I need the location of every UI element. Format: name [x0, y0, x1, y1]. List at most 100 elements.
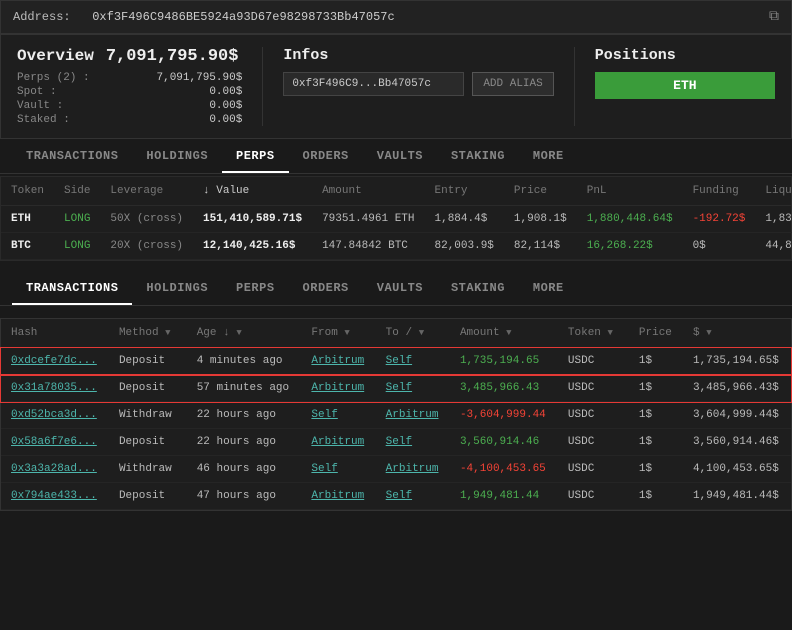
perps-token-eth: ETH	[1, 206, 54, 233]
perps-leverage-btc: 20X (cross)	[100, 233, 193, 260]
tx-to-5: Arbitrum	[376, 456, 450, 483]
th-funding: Funding	[683, 177, 756, 206]
transactions-table: Hash Method ▼ Age ↓ ▼ From ▼ To / ▼ Amou…	[1, 319, 791, 510]
tx-age-2: 57 minutes ago	[187, 375, 302, 402]
tx-row-1: 0xdcefe7dc... Deposit 4 minutes ago Arbi…	[1, 348, 791, 375]
th-tx-token: Token ▼	[558, 319, 629, 348]
tx-from-4: Arbitrum	[301, 429, 375, 456]
tx-usd-2: 3,485,966.43$	[683, 375, 791, 402]
tab-more-2[interactable]: MORE	[519, 273, 578, 305]
tx-hash-3: 0xd52bca3d...	[1, 402, 109, 429]
tab-vaults-1[interactable]: VAULTS	[363, 141, 437, 173]
th-age: Age ↓ ▼	[187, 319, 302, 348]
overview-row-perps: Perps (2) : 7,091,795.90$	[17, 72, 242, 84]
address-label: Address: 0xf3F496C9486BE5924a93D67e98298…	[13, 10, 395, 24]
tx-price-6: 1$	[629, 483, 683, 510]
tab-transactions-1[interactable]: TRANSACTIONS	[12, 141, 132, 173]
usd-filter-icon[interactable]: ▼	[706, 328, 716, 338]
positions-block: Positions ETH	[595, 47, 775, 99]
tx-from-3: Self	[301, 402, 375, 429]
tab-transactions-2[interactable]: TRANSACTIONS	[12, 273, 132, 305]
eth-position-button[interactable]: ETH	[595, 72, 775, 99]
perps-entry-btc: 82,003.9$	[425, 233, 504, 260]
perps-side-btc: LONG	[54, 233, 100, 260]
tx-token-4: USDC	[558, 429, 629, 456]
tx-amount-5: -4,100,453.65	[450, 456, 558, 483]
tx-amount-2: 3,485,966.43	[450, 375, 558, 402]
tx-row-6: 0x794ae433... Deposit 47 hours ago Arbit…	[1, 483, 791, 510]
th-from: From ▼	[301, 319, 375, 348]
perps-value-btc: 12,140,425.16$	[193, 233, 312, 260]
tab-perps-1[interactable]: PERPS	[222, 141, 289, 173]
th-tx-price: Price	[629, 319, 683, 348]
tx-hash-1: 0xdcefe7dc...	[1, 348, 109, 375]
address-bar: Address: 0xf3F496C9486BE5924a93D67e98298…	[0, 0, 792, 34]
th-hash: Hash	[1, 319, 109, 348]
transactions-header-row: Hash Method ▼ Age ↓ ▼ From ▼ To / ▼ Amou…	[1, 319, 791, 348]
method-filter-icon[interactable]: ▼	[165, 328, 175, 338]
tx-usd-6: 1,949,481.44$	[683, 483, 791, 510]
tx-hash-2: 0x31a78035...	[1, 375, 109, 402]
tx-method-2: Deposit	[109, 375, 187, 402]
tx-row-4: 0x58a6f7e6... Deposit 22 hours ago Arbit…	[1, 429, 791, 456]
tab-holdings-1[interactable]: HOLDINGS	[132, 141, 222, 173]
perps-value-eth: 151,410,589.71$	[193, 206, 312, 233]
th-entry: Entry	[425, 177, 504, 206]
tx-row-5: 0x3a3a28ad... Withdraw 46 hours ago Self…	[1, 456, 791, 483]
tx-price-1: 1$	[629, 348, 683, 375]
overview-title: Overview	[17, 47, 94, 65]
tab-vaults-2[interactable]: VAULTS	[363, 273, 437, 305]
tab-staking-1[interactable]: STAKING	[437, 141, 519, 173]
overview-section: Overview 7,091,795.90$ Perps (2) : 7,091…	[0, 34, 792, 139]
tx-amount-6: 1,949,481.44	[450, 483, 558, 510]
perps-funding-btc: 0$	[683, 233, 756, 260]
overview-block: Overview 7,091,795.90$ Perps (2) : 7,091…	[17, 47, 242, 126]
token-filter-icon[interactable]: ▼	[608, 328, 618, 338]
tx-hash-5: 0x3a3a28ad...	[1, 456, 109, 483]
to-filter-icon[interactable]: ▼	[419, 328, 429, 338]
tx-from-2: Arbitrum	[301, 375, 375, 402]
age-filter-icon[interactable]: ▼	[236, 328, 246, 338]
tx-age-1: 4 minutes ago	[187, 348, 302, 375]
tx-usd-3: 3,604,999.44$	[683, 402, 791, 429]
overview-row-staked: Staked : 0.00$	[17, 114, 242, 126]
amount-filter-icon[interactable]: ▼	[506, 328, 516, 338]
tx-token-5: USDC	[558, 456, 629, 483]
perps-amount-eth: 79351.4961 ETH	[312, 206, 424, 233]
perps-amount-btc: 147.84842 BTC	[312, 233, 424, 260]
perps-row-eth: ETH LONG 50X (cross) 151,410,589.71$ 793…	[1, 206, 792, 233]
th-method: Method ▼	[109, 319, 187, 348]
tab-holdings-2[interactable]: HOLDINGS	[132, 273, 222, 305]
tab-orders-2[interactable]: ORDERS	[289, 273, 363, 305]
perps-liquidation-btc: 44,837$	[755, 233, 792, 260]
th-liquidation: Liquidation	[755, 177, 792, 206]
tx-from-1: Arbitrum	[301, 348, 375, 375]
tx-price-3: 1$	[629, 402, 683, 429]
tab-more-1[interactable]: MORE	[519, 141, 578, 173]
add-alias-button[interactable]: ADD ALIAS	[472, 72, 553, 96]
perps-liquidation-eth: 1,838.6$	[755, 206, 792, 233]
tx-amount-3: -3,604,999.44	[450, 402, 558, 429]
th-to: To / ▼	[376, 319, 450, 348]
tab-perps-2[interactable]: PERPS	[222, 273, 289, 305]
th-amount: Amount	[312, 177, 424, 206]
from-filter-icon[interactable]: ▼	[344, 328, 354, 338]
tx-token-2: USDC	[558, 375, 629, 402]
th-tx-usd: $ ▼	[683, 319, 791, 348]
tx-from-5: Self	[301, 456, 375, 483]
tab-orders-1[interactable]: ORDERS	[289, 141, 363, 173]
tx-to-6: Self	[376, 483, 450, 510]
th-price: Price	[504, 177, 577, 206]
tab-staking-2[interactable]: STAKING	[437, 273, 519, 305]
positions-title: Positions	[595, 47, 775, 64]
tx-age-3: 22 hours ago	[187, 402, 302, 429]
copy-icon[interactable]: ⧉	[769, 9, 779, 25]
tab-bar-1: TRANSACTIONS HOLDINGS PERPS ORDERS VAULT…	[0, 141, 792, 174]
perps-token-btc: BTC	[1, 233, 54, 260]
tx-amount-4: 3,560,914.46	[450, 429, 558, 456]
tx-hash-4: 0x58a6f7e6...	[1, 429, 109, 456]
tab-bar-2: TRANSACTIONS HOLDINGS PERPS ORDERS VAULT…	[0, 273, 792, 306]
tx-hash-6: 0x794ae433...	[1, 483, 109, 510]
tx-token-1: USDC	[558, 348, 629, 375]
tx-price-4: 1$	[629, 429, 683, 456]
